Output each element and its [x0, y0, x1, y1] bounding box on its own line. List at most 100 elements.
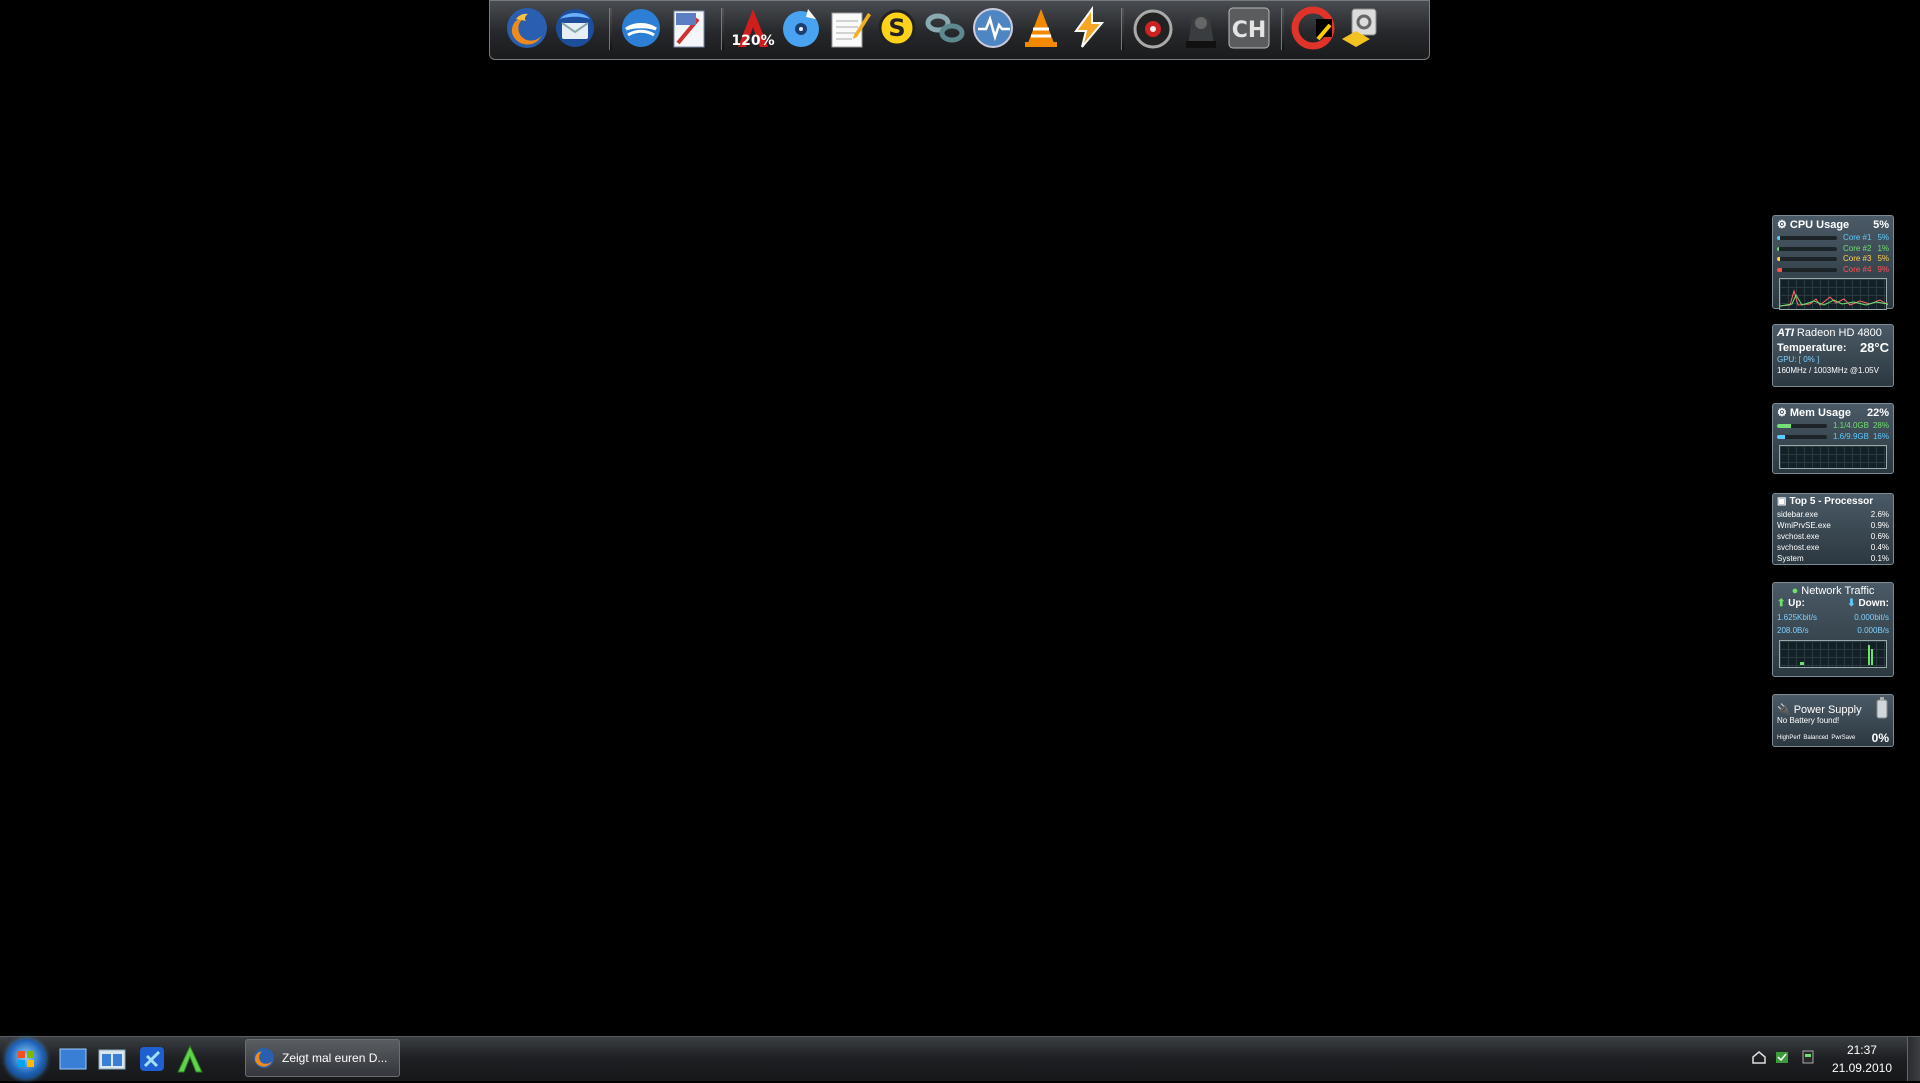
- cpu-core-fill: [1777, 267, 1783, 272]
- burning-disc-icon[interactable]: [778, 5, 824, 51]
- cpu-core-bar: [1777, 267, 1837, 272]
- mem-title: Mem Usage: [1789, 406, 1852, 419]
- dock-separator: [1281, 8, 1284, 50]
- vlc-icon[interactable]: [1018, 5, 1064, 51]
- top5-processor-gadget[interactable]: ▣ Top 5 - Processor sidebar.exe 2.6% WmiPr…: [1772, 493, 1894, 565]
- top5-process-value: 0.9%: [1870, 521, 1889, 530]
- clock-time: 21:37: [1846, 1043, 1877, 1057]
- battery-icon: [1875, 697, 1889, 722]
- top5-process-value: 0.1%: [1870, 554, 1889, 563]
- top5-row-list: sidebar.exe 2.6% WmiPrvSE.exe 0.9% svchost.e…: [1773, 509, 1893, 564]
- task-label: Zeigt mal euren D...: [282, 1051, 388, 1065]
- monitor-tray-icon[interactable]: [1800, 1049, 1816, 1065]
- power-supply-gadget[interactable]: 🔌 Power Supply No Battery found! HighPer…: [1772, 694, 1894, 747]
- top5-row: sidebar.exe 2.6%: [1773, 509, 1893, 520]
- top5-process-name: svchost.exe: [1777, 532, 1820, 541]
- network-link-icon[interactable]: [922, 5, 968, 51]
- thunderbird-icon[interactable]: [552, 5, 598, 51]
- cpu-core-bar: [1777, 257, 1837, 261]
- start-button[interactable]: [6, 1039, 46, 1079]
- system-clock[interactable]: 21:37 21.09.2010: [1832, 1041, 1892, 1077]
- gpu-clocks: 160MHz / 1003MHz @1.05V: [1777, 365, 1879, 375]
- acrobat-icon[interactable]: 120%: [730, 5, 776, 51]
- gpu-title: Radeon HD 4800: [1796, 327, 1882, 339]
- mem-usage-gadget[interactable]: ⚙ Mem Usage 22% 1.1/4.0GB 28% 1.6/9.9GB 16%: [1772, 403, 1894, 474]
- top5-title: Top 5 - Processor: [1789, 496, 1874, 507]
- cpu-core-label: Core #3: [1842, 254, 1872, 263]
- show-desktop-button[interactable]: [1907, 1037, 1920, 1081]
- svg-text:S: S: [888, 14, 905, 42]
- game-ring-icon[interactable]: [1130, 5, 1176, 51]
- switch-windows-icon[interactable]: [97, 1044, 127, 1074]
- taskbar-firefox-window[interactable]: Zeigt mal euren D...: [245, 1039, 400, 1077]
- ch-icon[interactable]: CH: [1226, 5, 1272, 51]
- network-tray-icon[interactable]: [1751, 1049, 1767, 1065]
- cpu-core-label: Core #1: [1842, 233, 1872, 242]
- svg-text:120%: 120%: [731, 33, 774, 49]
- gpu-temp-value: 28°C: [1859, 340, 1889, 355]
- network-down-bytes: 0.000B/s: [1857, 626, 1889, 635]
- up-arrow-icon: ⬆: [1777, 598, 1786, 609]
- firefox-icon: [254, 1048, 274, 1068]
- mem-row-value: 16%: [1872, 431, 1889, 441]
- network-down-bits: 0.000bit/s: [1854, 612, 1889, 622]
- steam-icon[interactable]: [970, 5, 1016, 51]
- top5-row: WmiPrvSE.exe 0.9%: [1773, 520, 1893, 531]
- mem-bar: [1777, 424, 1827, 428]
- ati-logo: ATI: [1777, 327, 1794, 339]
- cpu-core-fill: [1777, 246, 1779, 251]
- network-up-bytes: 208.0B/s: [1777, 626, 1809, 635]
- mem-row-label: 1.6/9.9GB: [1832, 431, 1869, 441]
- power-mode-option[interactable]: Balanced: [1803, 733, 1828, 744]
- app-green-a-icon[interactable]: [175, 1044, 205, 1074]
- cpu-total-value: 5%: [1873, 218, 1889, 231]
- network-traffic-gadget[interactable]: ● Network Traffic ⬆ Up: ⬇ Down: 1.625Kbi…: [1772, 582, 1894, 677]
- cpu-core-label: Core #2: [1842, 243, 1872, 253]
- top5-process-name: System: [1777, 554, 1804, 563]
- mem-history-graph: [1779, 445, 1887, 469]
- mem-row: 1.1/4.0GB 28%: [1773, 421, 1893, 432]
- cpu-core-row: Core #2 1%: [1773, 244, 1893, 255]
- ccleaner-icon[interactable]: [1290, 5, 1336, 51]
- cpu-core-label: Core #4: [1842, 264, 1872, 274]
- settings-tool-icon[interactable]: [1338, 5, 1384, 51]
- dock-separator: [609, 8, 612, 50]
- power-mode-option[interactable]: PwrSave: [1831, 733, 1855, 744]
- top5-icon: ▣: [1777, 496, 1787, 507]
- firefox-icon[interactable]: [504, 5, 550, 51]
- power-plug-icon: 🔌: [1777, 704, 1791, 716]
- down-arrow-icon: ⬇: [1847, 598, 1856, 609]
- cpu-core-fill: [1777, 257, 1780, 261]
- battlefield-icon[interactable]: [1178, 5, 1224, 51]
- top5-row: svchost.exe 0.4%: [1773, 542, 1893, 553]
- cpu-core-value: 9%: [1877, 264, 1889, 274]
- taskbar: Zeigt mal euren D... 21:37 21.09.2010: [0, 1036, 1920, 1081]
- cpu-core-fill: [1777, 236, 1780, 240]
- power-status: No Battery found!: [1777, 716, 1840, 725]
- top5-row: System 0.1%: [1773, 553, 1893, 564]
- mem-row-label: 1.1/4.0GB: [1832, 421, 1869, 430]
- app-blue-icon[interactable]: [137, 1044, 167, 1074]
- svg-text:CH: CH: [1232, 18, 1267, 43]
- openoffice-icon[interactable]: [618, 5, 664, 51]
- cpu-core-row: Core #1 5%: [1773, 233, 1893, 244]
- mem-icon: ⚙: [1777, 407, 1787, 419]
- cpu-core-list: Core #1 5% Core #2 1% Core #3 5% Core #4 9%: [1773, 233, 1893, 275]
- security-tray-icon[interactable]: [1774, 1049, 1790, 1065]
- battery-percent: 0%: [1871, 730, 1889, 745]
- winamp-icon[interactable]: [1066, 5, 1112, 51]
- cpu-icon: ⚙: [1777, 219, 1787, 231]
- notepad-icon[interactable]: [826, 5, 872, 51]
- cpu-title: CPU Usage: [1789, 218, 1850, 231]
- mem-bar-fill: [1777, 424, 1791, 428]
- cpu-usage-gadget[interactable]: ⚙ CPU Usage 5% Core #1 5% Core #2 1% Core #3…: [1772, 215, 1894, 310]
- mem-total-value: 22%: [1866, 406, 1889, 419]
- power-mode-option[interactable]: HighPerf: [1777, 733, 1800, 744]
- mem-row: 1.6/9.9GB 16%: [1773, 432, 1893, 443]
- top5-process-name: WmiPrvSE.exe: [1777, 521, 1831, 530]
- gpu-gadget[interactable]: ATI Radeon HD 4800 Temperature: 28°C GPU…: [1772, 324, 1894, 387]
- dock-separator: [1121, 8, 1124, 50]
- skype-icon[interactable]: S: [874, 5, 920, 51]
- paint-icon[interactable]: [666, 5, 712, 51]
- show-desktop-icon[interactable]: [58, 1044, 88, 1074]
